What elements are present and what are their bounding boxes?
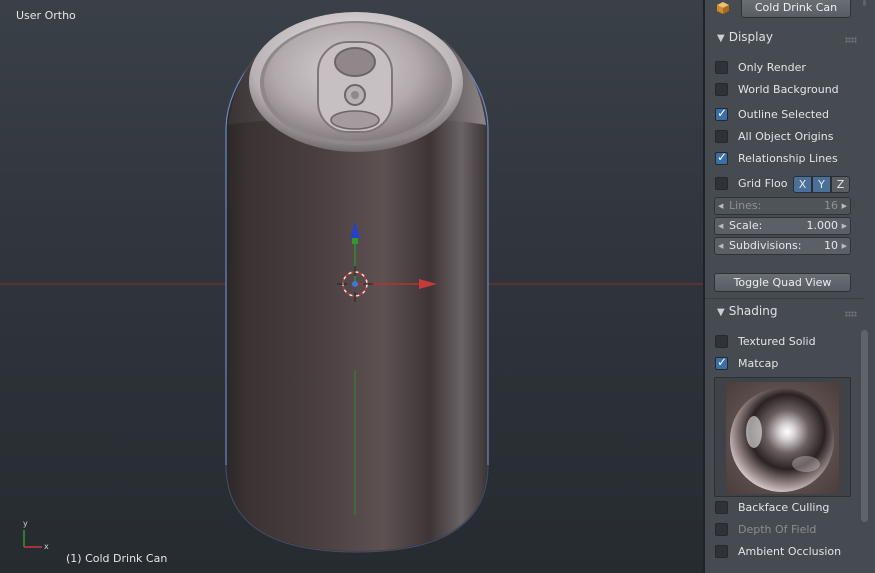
grid-floor-label: Grid Floo bbox=[738, 177, 788, 190]
backface-culling-checkbox[interactable] bbox=[715, 501, 728, 514]
relationship-lines-checkbox[interactable] bbox=[715, 150, 728, 165]
cube-icon bbox=[717, 2, 729, 14]
depth-of-field-label: Depth Of Field bbox=[738, 523, 817, 536]
world-background-label: World Background bbox=[738, 83, 839, 96]
matcap-option[interactable]: Matcap bbox=[715, 355, 865, 372]
pull-tab bbox=[317, 41, 393, 133]
grid-lines-value: 16 bbox=[824, 199, 838, 212]
outline-selected-checkbox[interactable] bbox=[715, 106, 728, 121]
svg-text:x: x bbox=[44, 542, 49, 551]
grid-scale-field[interactable]: ◀ Scale: 1.000 ▶ bbox=[714, 217, 851, 235]
object-header: Cold Drink Can bbox=[705, 0, 865, 20]
depth-of-field-checkbox[interactable] bbox=[715, 523, 728, 536]
only-render-option[interactable]: Only Render bbox=[715, 60, 865, 76]
grid-subdivisions-value: 10 bbox=[824, 239, 838, 252]
depth-of-field-option[interactable]: Depth Of Field bbox=[715, 522, 865, 538]
decrement-arrow-icon[interactable]: ◀ bbox=[718, 238, 723, 254]
view-name-label: User Ortho bbox=[16, 9, 76, 22]
world-background-option[interactable]: World Background bbox=[715, 82, 865, 98]
grid-scale-label: Scale: bbox=[729, 219, 763, 232]
grid-floor-checkbox[interactable] bbox=[715, 177, 728, 190]
matcap-preview[interactable] bbox=[714, 377, 851, 497]
outline-selected-option[interactable]: Outline Selected bbox=[715, 106, 865, 123]
display-section-title: Display bbox=[728, 30, 773, 44]
viewport-scene[interactable]: y x bbox=[0, 0, 703, 573]
drag-grip-icon[interactable] bbox=[845, 37, 857, 43]
only-render-checkbox[interactable] bbox=[715, 61, 728, 74]
all-object-origins-option[interactable]: All Object Origins bbox=[715, 129, 865, 145]
backface-culling-option[interactable]: Backface Culling bbox=[715, 500, 865, 516]
3d-viewport[interactable]: y x User Ortho (1) Cold Drink Can bbox=[0, 0, 703, 573]
increment-arrow-icon[interactable]: ▶ bbox=[842, 238, 847, 254]
world-background-checkbox[interactable] bbox=[715, 83, 728, 96]
textured-solid-checkbox[interactable] bbox=[715, 335, 728, 348]
grid-axis-toggles: X Y Z bbox=[793, 176, 850, 193]
properties-panel: Cold Drink Can ▼ Display Only Render Worl… bbox=[703, 0, 875, 573]
textured-solid-option[interactable]: Textured Solid bbox=[715, 334, 865, 350]
top-scroll-indicator[interactable] bbox=[863, 0, 866, 6]
grid-scale-value: 1.000 bbox=[806, 219, 839, 232]
increment-arrow-icon[interactable]: ▶ bbox=[842, 198, 847, 214]
decrement-arrow-icon[interactable]: ◀ bbox=[718, 198, 723, 214]
panel-scrollbar[interactable] bbox=[861, 330, 868, 522]
display-section-header[interactable]: ▼ Display bbox=[717, 30, 773, 44]
matcap-sphere-image bbox=[726, 382, 839, 494]
grid-subdivisions-field[interactable]: ◀ Subdivisions: 10 ▶ bbox=[714, 237, 851, 255]
relationship-lines-option[interactable]: Relationship Lines bbox=[715, 150, 865, 167]
matcap-checkbox[interactable] bbox=[715, 355, 728, 370]
svg-text:y: y bbox=[23, 519, 28, 528]
active-object-label: (1) Cold Drink Can bbox=[66, 552, 168, 565]
toggle-quad-view-button[interactable]: Toggle Quad View bbox=[714, 273, 851, 292]
axis-z-toggle[interactable]: Z bbox=[831, 176, 850, 193]
axis-indicator-icon: y x bbox=[23, 519, 49, 551]
collapse-triangle-icon: ▼ bbox=[717, 307, 725, 318]
collapse-triangle-icon: ▼ bbox=[717, 33, 725, 44]
increment-arrow-icon[interactable]: ▶ bbox=[842, 218, 847, 234]
axis-x-toggle[interactable]: X bbox=[793, 176, 812, 193]
ambient-occlusion-option[interactable]: Ambient Occlusion bbox=[715, 544, 865, 560]
shading-section-header[interactable]: ▼ Shading bbox=[717, 304, 777, 318]
textured-solid-label: Textured Solid bbox=[738, 335, 816, 348]
only-render-label: Only Render bbox=[738, 61, 806, 74]
axis-y-toggle[interactable]: Y bbox=[812, 176, 831, 193]
grid-lines-field[interactable]: ◀ Lines: 16 ▶ bbox=[714, 197, 851, 215]
matcap-label: Matcap bbox=[738, 357, 779, 370]
ambient-occlusion-label: Ambient Occlusion bbox=[738, 545, 842, 558]
grid-subdivisions-label: Subdivisions: bbox=[729, 239, 802, 252]
outline-selected-label: Outline Selected bbox=[738, 108, 829, 121]
section-divider bbox=[705, 298, 865, 299]
object-name-field[interactable]: Cold Drink Can bbox=[741, 0, 851, 18]
drag-grip-icon[interactable] bbox=[845, 311, 857, 317]
relationship-lines-label: Relationship Lines bbox=[738, 152, 838, 165]
grid-lines-label: Lines: bbox=[729, 199, 762, 212]
decrement-arrow-icon[interactable]: ◀ bbox=[718, 218, 723, 234]
ambient-occlusion-checkbox[interactable] bbox=[715, 545, 728, 558]
shading-section-title: Shading bbox=[728, 304, 778, 318]
all-object-origins-checkbox[interactable] bbox=[715, 130, 728, 143]
all-object-origins-label: All Object Origins bbox=[738, 130, 834, 143]
backface-culling-label: Backface Culling bbox=[738, 501, 830, 514]
